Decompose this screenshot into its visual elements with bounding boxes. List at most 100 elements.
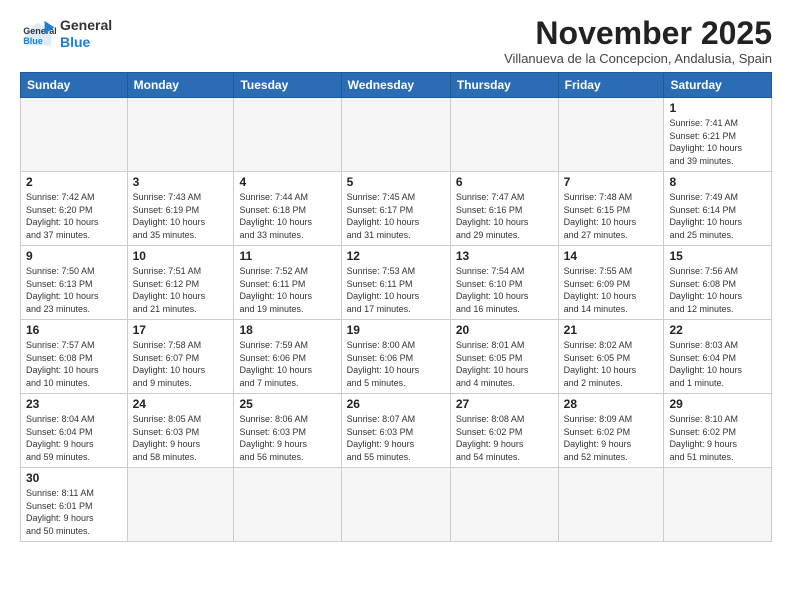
day-info: Sunrise: 8:08 AM Sunset: 6:02 PM Dayligh… [456,413,553,463]
calendar-cell-week2-day3: 12 Sunrise: 7:53 AM Sunset: 6:11 PM Dayli… [341,246,450,320]
calendar-cell-week4-day2: 25 Sunrise: 8:06 AM Sunset: 6:03 PM Dayli… [234,394,341,468]
day-number: 24 [133,397,229,411]
day-info: Sunrise: 8:09 AM Sunset: 6:02 PM Dayligh… [564,413,659,463]
calendar-week-5: 30 Sunrise: 8:11 AM Sunset: 6:01 PM Dayli… [21,468,772,541]
subtitle: Villanueva de la Concepcion, Andalusia, … [504,51,772,66]
day-number: 2 [26,175,122,189]
calendar-cell-week3-day4: 20 Sunrise: 8:01 AM Sunset: 6:05 PM Dayli… [450,320,558,394]
day-number: 21 [564,323,659,337]
day-number: 16 [26,323,122,337]
month-title: November 2025 [504,16,772,51]
day-number: 15 [669,249,766,263]
calendar-cell-week2-day0: 9 Sunrise: 7:50 AM Sunset: 6:13 PM Daylig… [21,246,128,320]
calendar-cell-week1-day6: 8Sunrise: 7:49 AM Sunset: 6:14 PM Daylig… [664,172,772,246]
calendar-cell-week4-day6: 29 Sunrise: 8:10 AM Sunset: 6:02 PM Dayli… [664,394,772,468]
calendar-cell-week2-day2: 11 Sunrise: 7:52 AM Sunset: 6:11 PM Dayli… [234,246,341,320]
calendar-cell-week1-day3: 5 Sunrise: 7:45 AM Sunset: 6:17 PM Daylig… [341,172,450,246]
day-number: 3 [133,175,229,189]
calendar-header-monday: Monday [127,73,234,98]
day-info: Sunrise: 7:51 AM Sunset: 6:12 PM Dayligh… [133,265,229,315]
calendar-cell-week0-day1 [127,98,234,172]
calendar-cell-week1-day0: 2 Sunrise: 7:42 AM Sunset: 6:20 PM Daylig… [21,172,128,246]
day-number: 4 [239,175,335,189]
day-number: 11 [239,249,335,263]
calendar-cell-week3-day1: 17Sunrise: 7:58 AM Sunset: 6:07 PM Dayli… [127,320,234,394]
day-info: Sunrise: 7:55 AM Sunset: 6:09 PM Dayligh… [564,265,659,315]
calendar-header-thursday: Thursday [450,73,558,98]
day-info: Sunrise: 8:02 AM Sunset: 6:05 PM Dayligh… [564,339,659,389]
calendar-cell-week3-day3: 19 Sunrise: 8:00 AM Sunset: 6:06 PM Dayli… [341,320,450,394]
calendar-cell-week0-day4 [450,98,558,172]
day-info: Sunrise: 8:10 AM Sunset: 6:02 PM Dayligh… [669,413,766,463]
day-info: Sunrise: 7:43 AM Sunset: 6:19 PM Dayligh… [133,191,229,241]
calendar-cell-week2-day4: 13Sunrise: 7:54 AM Sunset: 6:10 PM Dayli… [450,246,558,320]
day-info: Sunrise: 7:50 AM Sunset: 6:13 PM Dayligh… [26,265,122,315]
day-info: Sunrise: 7:45 AM Sunset: 6:17 PM Dayligh… [347,191,445,241]
day-info: Sunrise: 7:48 AM Sunset: 6:15 PM Dayligh… [564,191,659,241]
calendar-cell-week5-day5 [558,468,664,541]
day-number: 20 [456,323,553,337]
day-info: Sunrise: 7:59 AM Sunset: 6:06 PM Dayligh… [239,339,335,389]
calendar-header-sunday: Sunday [21,73,128,98]
day-info: Sunrise: 8:03 AM Sunset: 6:04 PM Dayligh… [669,339,766,389]
day-number: 9 [26,249,122,263]
day-info: Sunrise: 8:01 AM Sunset: 6:05 PM Dayligh… [456,339,553,389]
calendar-cell-week1-day2: 4 Sunrise: 7:44 AM Sunset: 6:18 PM Daylig… [234,172,341,246]
day-number: 7 [564,175,659,189]
day-number: 29 [669,397,766,411]
day-info: Sunrise: 8:11 AM Sunset: 6:01 PM Dayligh… [26,487,122,537]
day-info: Sunrise: 7:49 AM Sunset: 6:14 PM Dayligh… [669,191,766,241]
day-number: 26 [347,397,445,411]
calendar-cell-week1-day1: 3 Sunrise: 7:43 AM Sunset: 6:19 PM Daylig… [127,172,234,246]
calendar-week-3: 16 Sunrise: 7:57 AM Sunset: 6:08 PM Dayli… [21,320,772,394]
day-number: 25 [239,397,335,411]
day-number: 12 [347,249,445,263]
calendar-header-saturday: Saturday [664,73,772,98]
day-info: Sunrise: 7:42 AM Sunset: 6:20 PM Dayligh… [26,191,122,241]
page: General Blue General Blue November 2025 … [0,0,792,552]
calendar-cell-week5-day4 [450,468,558,541]
day-info: Sunrise: 7:53 AM Sunset: 6:11 PM Dayligh… [347,265,445,315]
calendar-week-1: 2 Sunrise: 7:42 AM Sunset: 6:20 PM Daylig… [21,172,772,246]
calendar-week-0: 1 Sunrise: 7:41 AM Sunset: 6:21 PM Daylig… [21,98,772,172]
day-info: Sunrise: 7:56 AM Sunset: 6:08 PM Dayligh… [669,265,766,315]
calendar-cell-week4-day5: 28Sunrise: 8:09 AM Sunset: 6:02 PM Dayli… [558,394,664,468]
day-number: 14 [564,249,659,263]
day-number: 30 [26,471,122,485]
day-number: 17 [133,323,229,337]
logo-blue: Blue [60,34,112,51]
day-info: Sunrise: 7:57 AM Sunset: 6:08 PM Dayligh… [26,339,122,389]
day-info: Sunrise: 7:54 AM Sunset: 6:10 PM Dayligh… [456,265,553,315]
calendar-header-friday: Friday [558,73,664,98]
day-number: 18 [239,323,335,337]
day-number: 6 [456,175,553,189]
calendar-header-wednesday: Wednesday [341,73,450,98]
calendar-cell-week0-day6: 1 Sunrise: 7:41 AM Sunset: 6:21 PM Daylig… [664,98,772,172]
calendar-cell-week1-day4: 6Sunrise: 7:47 AM Sunset: 6:16 PM Daylig… [450,172,558,246]
day-info: Sunrise: 8:06 AM Sunset: 6:03 PM Dayligh… [239,413,335,463]
calendar-cell-week3-day5: 21 Sunrise: 8:02 AM Sunset: 6:05 PM Dayli… [558,320,664,394]
header: General Blue General Blue November 2025 … [20,16,772,66]
day-info: Sunrise: 8:07 AM Sunset: 6:03 PM Dayligh… [347,413,445,463]
calendar-cell-week4-day3: 26 Sunrise: 8:07 AM Sunset: 6:03 PM Dayli… [341,394,450,468]
calendar-cell-week5-day0: 30 Sunrise: 8:11 AM Sunset: 6:01 PM Dayli… [21,468,128,541]
day-info: Sunrise: 8:00 AM Sunset: 6:06 PM Dayligh… [347,339,445,389]
day-info: Sunrise: 8:04 AM Sunset: 6:04 PM Dayligh… [26,413,122,463]
logo: General Blue General Blue [20,16,112,52]
day-info: Sunrise: 7:41 AM Sunset: 6:21 PM Dayligh… [669,117,766,167]
calendar-cell-week5-day1 [127,468,234,541]
day-number: 5 [347,175,445,189]
day-number: 1 [669,101,766,115]
svg-text:Blue: Blue [23,36,43,46]
day-info: Sunrise: 7:44 AM Sunset: 6:18 PM Dayligh… [239,191,335,241]
calendar-cell-week4-day4: 27Sunrise: 8:08 AM Sunset: 6:02 PM Dayli… [450,394,558,468]
calendar-cell-week0-day3 [341,98,450,172]
day-info: Sunrise: 7:52 AM Sunset: 6:11 PM Dayligh… [239,265,335,315]
day-number: 10 [133,249,229,263]
logo-general: General [60,17,112,34]
day-number: 23 [26,397,122,411]
calendar-cell-week5-day6 [664,468,772,541]
calendar-cell-week2-day5: 14 Sunrise: 7:55 AM Sunset: 6:09 PM Dayli… [558,246,664,320]
day-number: 19 [347,323,445,337]
calendar-cell-week0-day5 [558,98,664,172]
